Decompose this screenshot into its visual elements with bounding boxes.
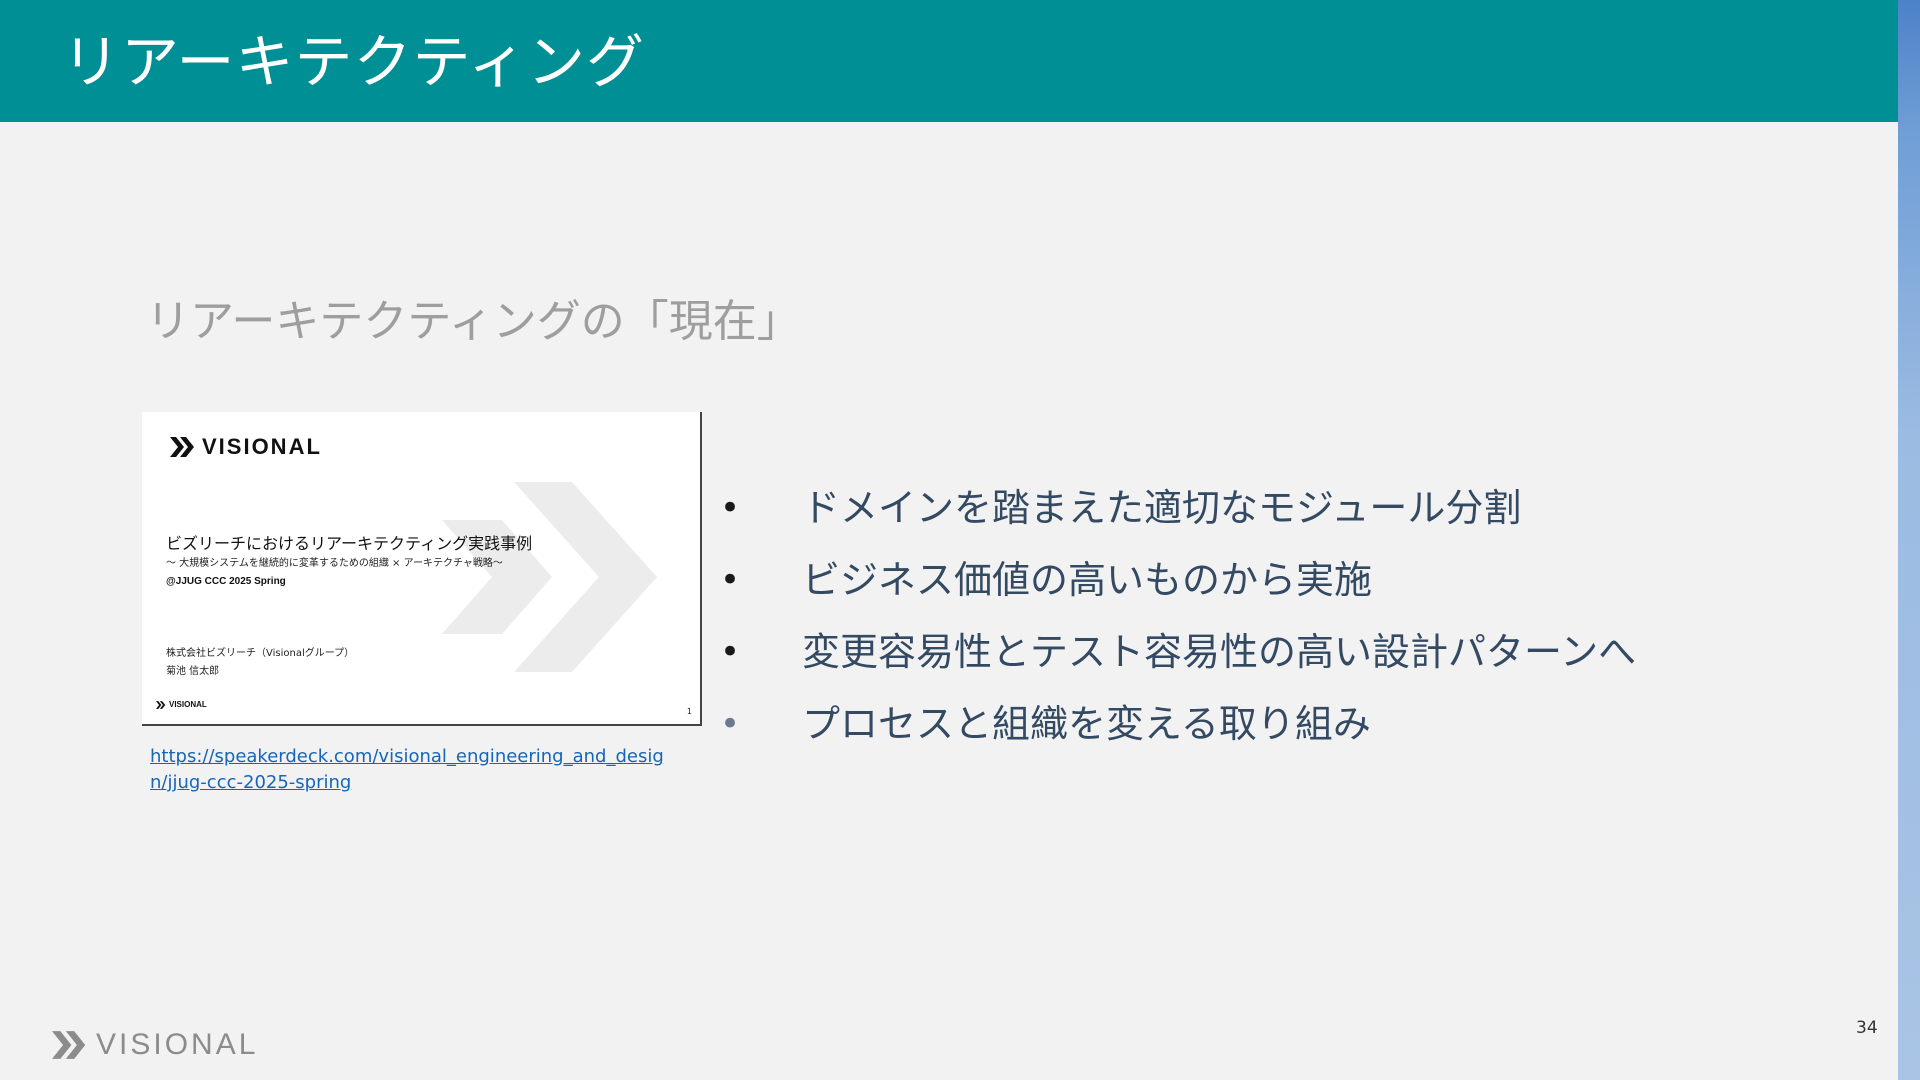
visional-chevron-footer-icon (52, 1031, 86, 1059)
footer-logo-text: VISIONAL (96, 1028, 259, 1061)
bullet-dot: • (720, 488, 741, 528)
slide-title: リアーキテクティング (62, 28, 646, 96)
thumbnail-author: 菊池 信太郎 (166, 666, 220, 677)
bullet-dot: • (720, 704, 741, 744)
thumbnail-logo: VISIONAL (170, 434, 322, 460)
decorative-chevrons-icon (442, 482, 657, 672)
bullet-text: 変更容易性とテスト容易性の高い設計パターンへ (802, 630, 1637, 674)
thumbnail-subtitle: 〜 大規模システムを継続的に変革するための組織 × アーキテクチャ戦略〜 (166, 558, 503, 569)
bullet-text: ドメインを踏まえた適切なモジュール分割 (802, 486, 1522, 530)
thumbnail-footer-logo-text: VISIONAL (169, 700, 207, 709)
page-number: 34 (1856, 1018, 1878, 1038)
thumbnail-logo-text: VISIONAL (202, 434, 322, 459)
header-bar: リアーキテクティング (0, 0, 1898, 122)
side-accent-strip (1898, 0, 1920, 1080)
bullet-dot: • (720, 632, 741, 672)
thumbnail-page-number: 1 (686, 707, 692, 716)
slide-thumbnail[interactable]: VISIONAL ビズリーチにおけるリアーキテクティング実践事例 〜 大規模シス… (142, 412, 702, 726)
bullet-text: プロセスと組織を変える取り組み (802, 702, 1371, 746)
section-subtitle: リアーキテクティングの「現在」 (146, 296, 801, 347)
visional-chevron-icon (170, 437, 194, 457)
thumbnail-title: ビズリーチにおけるリアーキテクティング実践事例 (166, 534, 533, 553)
bullet-text: ビジネス価値の高いものから実施 (802, 558, 1373, 602)
thumbnail-company: 株式会社ビズリーチ（Visionalグループ） (166, 648, 355, 659)
bullet-dot: • (720, 560, 741, 600)
thumbnail-footer-logo: VISIONAL (156, 700, 207, 709)
visional-chevron-small-icon (156, 700, 166, 709)
footer-logo: VISIONAL (52, 1028, 258, 1062)
speakerdeck-link[interactable]: https://speakerdeck.com/visional_enginee… (150, 744, 670, 796)
thumbnail-event: @JJUG CCC 2025 Spring (166, 576, 286, 587)
